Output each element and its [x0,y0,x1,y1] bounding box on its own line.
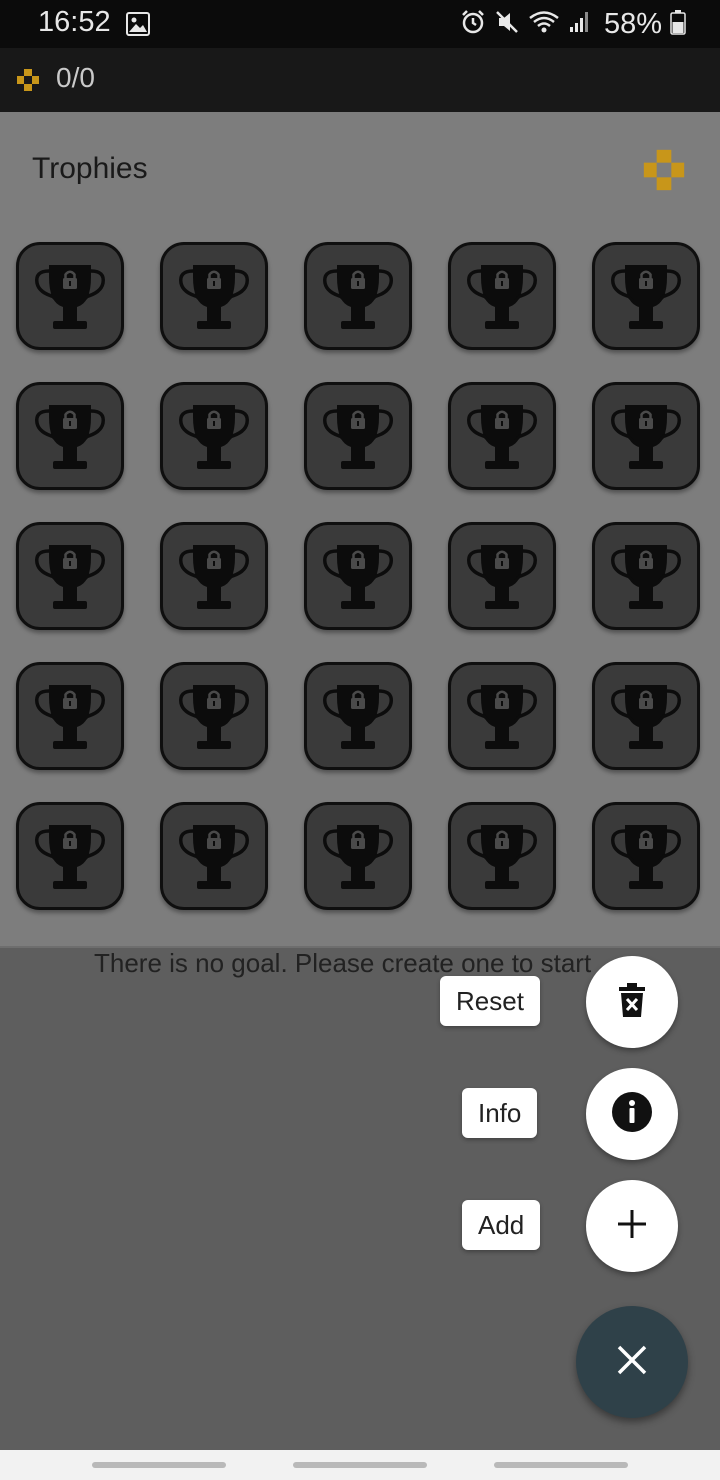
trophy-tile[interactable] [592,242,700,350]
add-button[interactable] [586,1180,678,1272]
trophy-grid [16,242,706,910]
trophy-tile[interactable] [304,802,412,910]
delete-icon [616,982,648,1023]
locked-trophy-icon [603,531,689,622]
battery-percent: 58% [603,8,662,40]
page-title: Trophies [32,152,148,185]
trophy-tile[interactable] [160,242,268,350]
trophy-tile[interactable] [448,802,556,910]
locked-trophy-icon [315,811,401,902]
trophy-tile[interactable] [304,382,412,490]
locked-trophy-icon [27,671,113,762]
locked-trophy-icon [603,671,689,762]
add-label[interactable]: Add [462,1200,541,1250]
trophy-tile[interactable] [448,242,556,350]
trophy-tile[interactable] [304,522,412,630]
trophy-tile[interactable] [592,522,700,630]
info-button[interactable] [586,1068,678,1160]
trophy-tile[interactable] [592,802,700,910]
locked-trophy-icon [27,531,113,622]
trophy-tile[interactable] [592,662,700,770]
info-icon [612,1091,652,1137]
trophies-panel: Trophies [0,112,720,948]
nav-home-handle[interactable] [293,1462,427,1468]
trophy-tile[interactable] [16,242,124,350]
trophy-tile[interactable] [448,522,556,630]
reset-label[interactable]: Reset [440,976,540,1026]
locked-trophy-icon [459,391,545,482]
empty-goals-message: There is no goal. Please create one to s… [94,948,592,978]
nav-back-handle[interactable] [494,1462,628,1468]
locked-trophy-icon [459,251,545,342]
locked-trophy-icon [171,671,257,762]
gamepad-icon[interactable] [642,148,686,197]
close-menu-button[interactable] [576,1306,688,1418]
status-bar: 16:52 58% [0,0,720,48]
trophy-tile[interactable] [448,382,556,490]
trophy-tile[interactable] [16,662,124,770]
battery-icon [670,9,686,40]
trophy-tile[interactable] [304,662,412,770]
locked-trophy-icon [171,251,257,342]
trophy-tile[interactable] [160,802,268,910]
locked-trophy-icon [315,391,401,482]
locked-trophy-icon [27,811,113,902]
locked-trophy-icon [603,391,689,482]
locked-trophy-icon [315,251,401,342]
trophy-tile[interactable] [304,242,412,350]
status-time: 16:52 [38,6,111,38]
trophy-tile[interactable] [160,662,268,770]
locked-trophy-icon [171,811,257,902]
trophy-tile[interactable] [16,382,124,490]
locked-trophy-icon [27,391,113,482]
gamepad-icon [16,68,40,97]
locked-trophy-icon [27,251,113,342]
navigation-bar [0,1450,720,1480]
trophy-tile[interactable] [16,802,124,910]
locked-trophy-icon [459,531,545,622]
signal-icon [568,10,592,39]
locked-trophy-icon [171,391,257,482]
wifi-icon [528,9,560,40]
trophy-tile[interactable] [160,522,268,630]
score-counter: 0/0 [56,62,95,93]
locked-trophy-icon [171,531,257,622]
trophy-tile[interactable] [448,662,556,770]
image-notification-icon [126,12,150,41]
alarm-icon [460,9,486,40]
locked-trophy-icon [459,811,545,902]
close-icon [615,1343,649,1382]
trophy-tile[interactable] [16,522,124,630]
locked-trophy-icon [315,671,401,762]
trophy-tile[interactable] [592,382,700,490]
locked-trophy-icon [315,531,401,622]
app-bar: 0/0 [0,48,720,112]
info-label[interactable]: Info [462,1088,538,1138]
reset-button[interactable] [586,956,678,1048]
locked-trophy-icon [603,251,689,342]
locked-trophy-icon [459,671,545,762]
locked-trophy-icon [603,811,689,902]
nav-recents-handle[interactable] [92,1462,226,1468]
trophy-tile[interactable] [160,382,268,490]
plus-icon [616,1208,648,1245]
mute-icon [494,9,520,40]
